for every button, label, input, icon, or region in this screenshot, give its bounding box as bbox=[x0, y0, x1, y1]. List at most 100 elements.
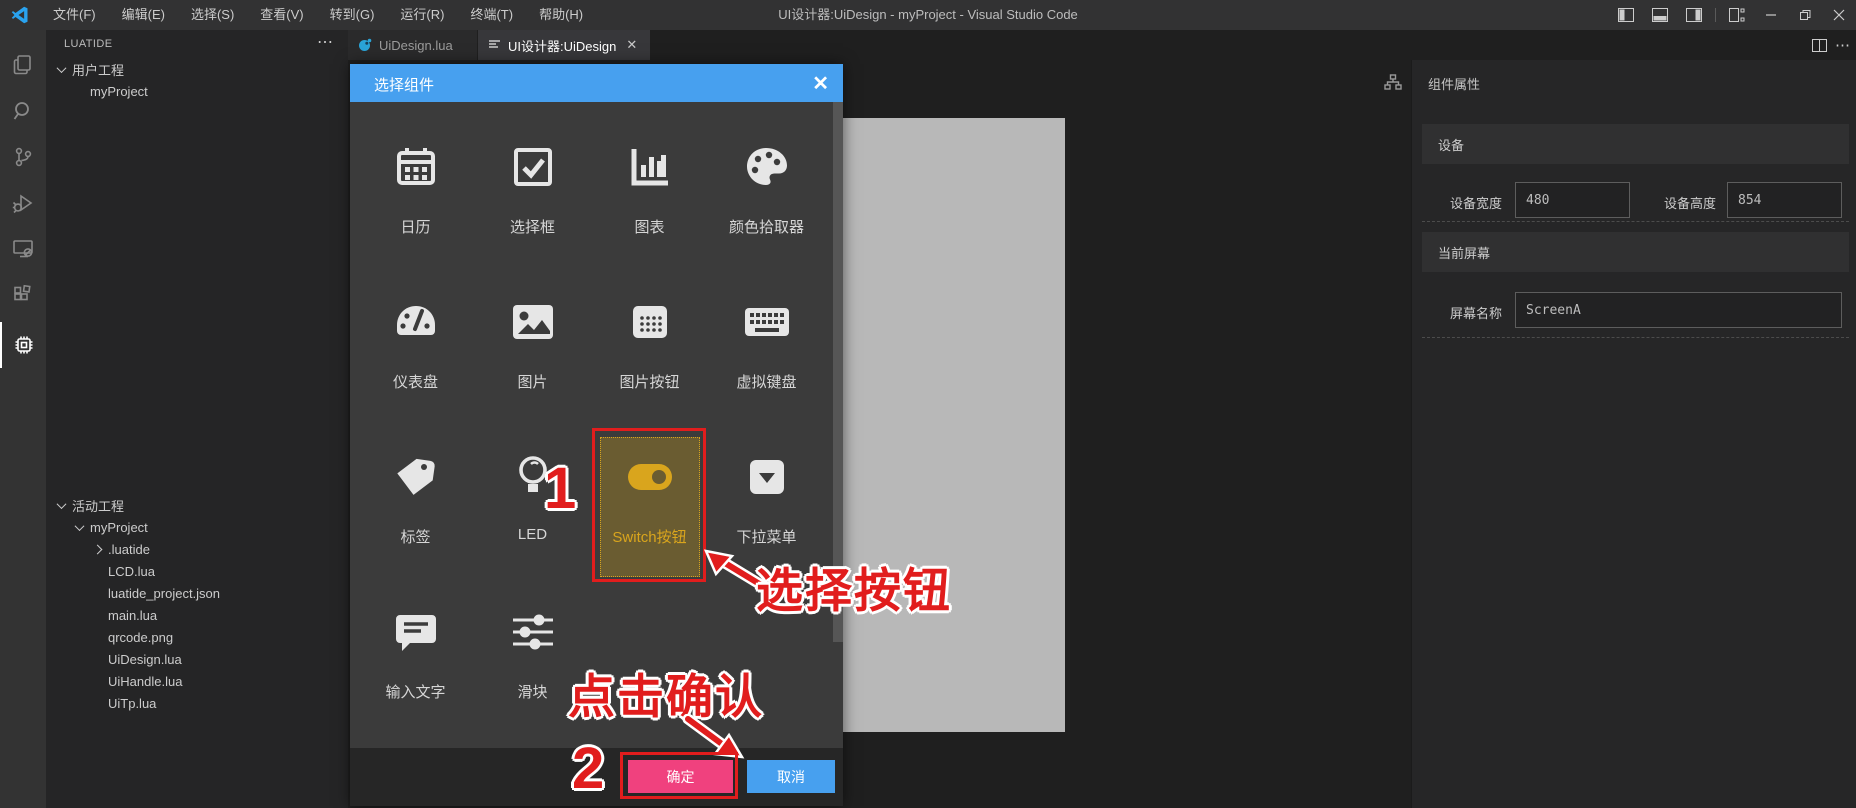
sidebar-header: LUATIDE ⋯ bbox=[46, 30, 348, 60]
toggle-sidebar-icon[interactable] bbox=[1609, 0, 1643, 30]
tree-item-luatide-folder[interactable]: .luatide bbox=[46, 538, 348, 560]
component-label: 标签 bbox=[400, 529, 431, 546]
component-color-picker[interactable]: 颜色拾取器 bbox=[708, 102, 825, 257]
tree-item-uitp-lua[interactable]: UiTp.lua bbox=[46, 692, 348, 714]
hierarchy-tree-icon[interactable] bbox=[1384, 74, 1402, 90]
image-button-icon bbox=[629, 299, 671, 345]
tree-item-active-project[interactable]: 活动工程 bbox=[46, 494, 348, 516]
section-device-label: 设备 bbox=[1438, 137, 1465, 153]
run-debug-icon[interactable] bbox=[0, 180, 46, 226]
gauge-icon bbox=[393, 299, 439, 345]
tab-label: UiDesign.lua bbox=[379, 37, 453, 53]
menu-edit[interactable]: 编辑(E) bbox=[109, 0, 178, 30]
component-image-button[interactable]: 图片按钮 bbox=[591, 257, 708, 412]
calendar-icon bbox=[394, 144, 438, 190]
tree-item-main-lua[interactable]: main.lua bbox=[46, 604, 348, 626]
chart-icon bbox=[628, 144, 672, 190]
device-width-input[interactable] bbox=[1515, 182, 1630, 218]
component-calendar[interactable]: 日历 bbox=[357, 102, 474, 257]
tree-item-user-project[interactable]: 用户工程 bbox=[46, 58, 348, 80]
menu-file[interactable]: 文件(F) bbox=[40, 0, 109, 30]
lcd-screen-preview[interactable] bbox=[843, 118, 1065, 732]
customize-layout-icon[interactable] bbox=[1720, 0, 1754, 30]
chevron-right-icon bbox=[92, 544, 103, 554]
sidebar-title: LUATIDE bbox=[64, 38, 113, 50]
extensions-icon[interactable] bbox=[0, 272, 46, 318]
annotation-step-2: 2 bbox=[572, 736, 605, 801]
component-virtual-keyboard[interactable]: 虚拟键盘 bbox=[708, 257, 825, 412]
sidebar-more-actions-icon[interactable]: ⋯ bbox=[317, 32, 334, 52]
luatide-activity-icon[interactable] bbox=[0, 322, 46, 368]
tree-item-project-json[interactable]: luatide_project.json bbox=[46, 582, 348, 604]
title-bar: 文件(F) 编辑(E) 选择(S) 查看(V) 转到(G) 运行(R) 终端(T… bbox=[0, 0, 1856, 30]
menu-view[interactable]: 查看(V) bbox=[247, 0, 316, 30]
component-label: 虚拟键盘 bbox=[736, 374, 797, 391]
tab-ui-designer[interactable]: UI设计器:UiDesign ✕ bbox=[478, 30, 650, 60]
tab-label: UI设计器:UiDesign bbox=[508, 38, 617, 54]
annotation-step-1: 1 bbox=[544, 456, 577, 521]
editor-tab-bar: UiDesign.lua UI设计器:UiDesign ✕ ⋯ bbox=[348, 30, 1856, 60]
tab-uidesign-lua[interactable]: UiDesign.lua bbox=[348, 30, 477, 60]
toggle-panel-icon[interactable] bbox=[1643, 0, 1677, 30]
tree-item-qrcode-png[interactable]: qrcode.png bbox=[46, 626, 348, 648]
explorer-icon[interactable] bbox=[0, 42, 46, 88]
component-tag[interactable]: 标签 bbox=[357, 412, 474, 567]
properties-title: 组件属性 bbox=[1428, 77, 1481, 92]
component-gauge[interactable]: 仪表盘 bbox=[357, 257, 474, 412]
component-label: 图片按钮 bbox=[619, 374, 680, 391]
cancel-button[interactable]: 取消 bbox=[747, 760, 835, 793]
section-screen-label: 当前屏幕 bbox=[1438, 245, 1491, 261]
tree-label: .luatide bbox=[108, 541, 150, 557]
search-icon[interactable] bbox=[0, 88, 46, 134]
toggle-secondary-sidebar-icon[interactable] bbox=[1677, 0, 1711, 30]
device-height-input[interactable] bbox=[1727, 182, 1842, 218]
menu-terminal[interactable]: 终端(T) bbox=[457, 0, 526, 30]
dialog-header: 选择组件 ✕ bbox=[350, 64, 843, 102]
component-label: 图片 bbox=[517, 374, 548, 391]
dropdown-icon bbox=[747, 454, 787, 500]
tab-close-icon[interactable]: ✕ bbox=[626, 37, 637, 53]
tree-item-uihandle-lua[interactable]: UiHandle.lua bbox=[46, 670, 348, 692]
component-grid: 日历 选择框 图表 颜色拾取器 仪表盘 图片 图片按钮 虚拟键盘 标签 LED … bbox=[350, 102, 843, 748]
component-label: 滑块 bbox=[517, 684, 548, 701]
image-icon bbox=[510, 299, 556, 345]
dialog-close-icon[interactable]: ✕ bbox=[812, 71, 829, 96]
tree-label: luatide_project.json bbox=[108, 585, 221, 601]
restore-button[interactable] bbox=[1788, 0, 1822, 30]
activity-bar bbox=[0, 30, 46, 808]
tree-label: 用户工程 bbox=[72, 62, 125, 78]
tree-label: 活动工程 bbox=[72, 498, 125, 514]
source-control-icon[interactable] bbox=[0, 134, 46, 180]
tree-item-uidesign-lua[interactable]: UiDesign.lua bbox=[46, 648, 348, 670]
split-editor-icon[interactable] bbox=[1812, 38, 1827, 52]
tree-label: main.lua bbox=[108, 607, 158, 623]
chevron-down-icon bbox=[56, 62, 67, 73]
component-chart[interactable]: 图表 bbox=[591, 102, 708, 257]
window-title: UI设计器:UiDesign - myProject - Visual Stud… bbox=[778, 7, 1078, 22]
remote-explorer-icon[interactable] bbox=[0, 226, 46, 272]
tree-label: UiHandle.lua bbox=[108, 673, 183, 689]
component-image[interactable]: 图片 bbox=[474, 257, 591, 412]
menu-run[interactable]: 运行(R) bbox=[387, 0, 457, 30]
tree-label: qrcode.png bbox=[108, 629, 174, 645]
editor-more-actions-icon[interactable]: ⋯ bbox=[1835, 36, 1850, 54]
close-window-button[interactable] bbox=[1822, 0, 1856, 30]
minimize-button[interactable] bbox=[1754, 0, 1788, 30]
tree-item-myproject[interactable]: myProject bbox=[46, 516, 348, 538]
dialog-title: 选择组件 bbox=[374, 77, 435, 94]
component-checkbox[interactable]: 选择框 bbox=[474, 102, 591, 257]
menu-selection[interactable]: 选择(S) bbox=[178, 0, 247, 30]
screen-name-label: 屏幕名称 bbox=[1450, 306, 1503, 321]
tree-label: UiTp.lua bbox=[108, 695, 157, 711]
menu-help[interactable]: 帮助(H) bbox=[526, 0, 596, 30]
screen-name-input[interactable] bbox=[1515, 292, 1842, 328]
tree-item-myproject-user[interactable]: myProject bbox=[46, 80, 348, 102]
annotation-box-switch bbox=[592, 428, 706, 582]
component-properties-panel: 组件属性 设备 设备宽度 设备高度 当前屏幕 屏幕名称 bbox=[1411, 60, 1856, 808]
tree-item-lcd-lua[interactable]: LCD.lua bbox=[46, 560, 348, 582]
divider bbox=[1422, 337, 1849, 338]
tree-label: myProject bbox=[90, 519, 148, 535]
component-dropdown[interactable]: 下拉菜单 bbox=[708, 412, 825, 567]
component-text-input[interactable]: 输入文字 bbox=[357, 567, 474, 722]
menu-go[interactable]: 转到(G) bbox=[317, 0, 388, 30]
